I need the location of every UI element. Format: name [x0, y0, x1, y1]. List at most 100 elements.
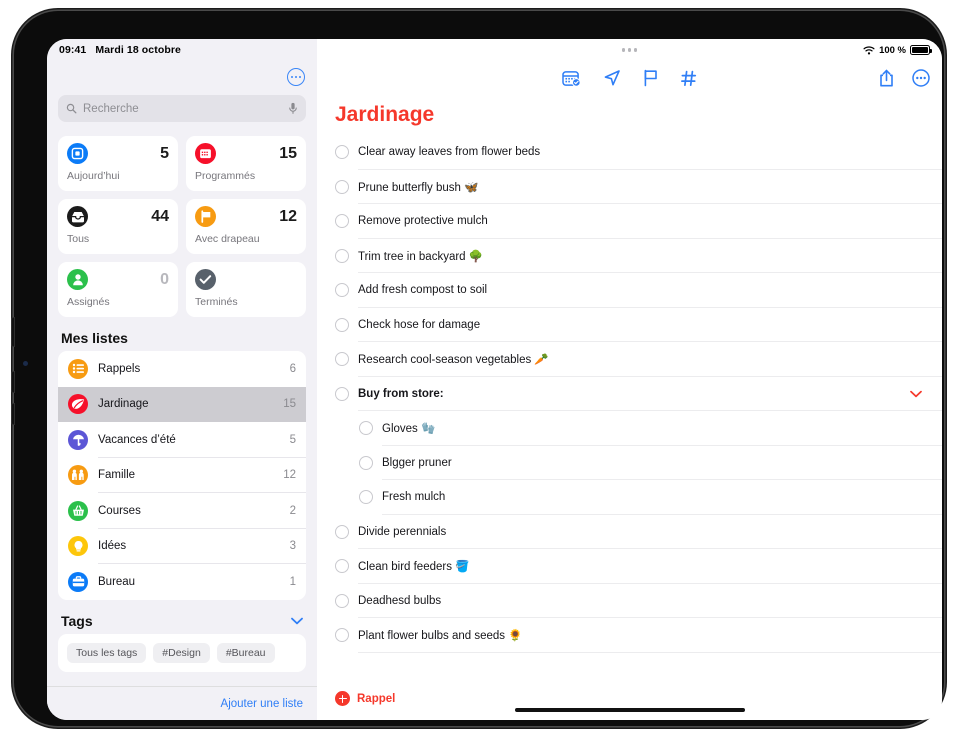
task-label: Divide perennials	[358, 525, 447, 538]
tag-chip[interactable]: #Design	[153, 642, 210, 663]
task-label: Plant flower bulbs and seeds 🌻	[358, 630, 523, 643]
sidebar-list-count: 3	[289, 540, 296, 553]
add-reminder-button[interactable]: Rappel	[317, 681, 942, 720]
task-checkbox[interactable]	[335, 524, 349, 539]
flag-outline-icon[interactable]	[643, 69, 659, 87]
all-inbox-icon	[67, 206, 88, 227]
task-checkbox[interactable]	[335, 559, 349, 574]
smart-card-top: 44	[67, 206, 169, 227]
more-circle-icon[interactable]	[912, 69, 930, 87]
sidebar-list-name: Idées	[98, 540, 127, 553]
task-row[interactable]: Research cool-season vegetables 🥕	[335, 342, 942, 377]
smart-list-card-3[interactable]: 12 Avec drapeau	[186, 199, 306, 254]
sidebar-list-item[interactable]: Vacances d’été 5	[58, 422, 306, 458]
smart-list-label: Assignés	[67, 296, 110, 308]
sidebar-list-item[interactable]: Jardinage 15	[58, 386, 306, 422]
task-checkbox[interactable]	[335, 179, 349, 194]
task-checkbox[interactable]	[335, 386, 349, 401]
task-row[interactable]: Clear away leaves from flower beds	[335, 135, 942, 170]
task-row[interactable]: Divide perennials	[335, 515, 942, 549]
task-checkbox[interactable]	[335, 283, 349, 298]
battery-percent: 100 %	[879, 44, 906, 56]
battery-fill	[912, 47, 928, 53]
smart-lists-grid: 5 Aujourd’hui 15 Programmés 44 Tous 12 Avec dra…	[58, 136, 306, 317]
dot	[290, 75, 294, 79]
smart-list-label: Aujourd’hui	[67, 170, 120, 182]
task-row[interactable]: Add fresh compost to soil	[335, 273, 942, 308]
search-input[interactable]: Recherche	[58, 95, 306, 122]
task-checkbox[interactable]	[335, 352, 349, 367]
task-row[interactable]: Trim tree in backyard 🌳	[335, 239, 942, 273]
smart-list-count: 44	[151, 207, 169, 225]
task-row[interactable]: Prune butterfly bush 🦋	[335, 170, 942, 204]
ipad-device-frame: 09:41 Mardi 18 octobre Recherche 5 Aujou…	[11, 11, 944, 726]
task-checkbox[interactable]	[335, 214, 349, 229]
scheduled-calendar-icon	[195, 143, 216, 164]
add-list-button[interactable]: Ajouter une liste	[221, 698, 303, 710]
volume-up-button[interactable]	[11, 371, 15, 393]
sidebar-list-item[interactable]: Courses 2	[58, 493, 306, 529]
power-button[interactable]	[11, 317, 15, 347]
sidebar-list-item[interactable]: Famille 12	[58, 458, 306, 493]
more-circle-icon[interactable]	[287, 68, 305, 86]
task-checkbox[interactable]	[335, 593, 349, 608]
leaf-icon	[68, 394, 88, 415]
task-row[interactable]: Buy from store:	[335, 377, 942, 411]
home-indicator[interactable]	[514, 708, 745, 712]
task-checkbox[interactable]	[335, 628, 349, 643]
hashtag-icon[interactable]	[681, 70, 697, 87]
task-label: Check hose for damage	[358, 318, 481, 331]
smart-list-card-1[interactable]: 15 Programmés	[186, 136, 306, 191]
sidebar-list-item[interactable]: Idées 3	[58, 529, 306, 564]
smart-list-card-4[interactable]: 0 Assignés	[58, 262, 178, 317]
multitasking-dots-icon[interactable]	[317, 39, 942, 61]
task-checkbox[interactable]	[335, 248, 349, 263]
task-row[interactable]: Remove protective mulch	[335, 204, 942, 239]
tag-chip[interactable]: Tous les tags	[67, 642, 147, 663]
task-row[interactable]: Gloves 🧤	[335, 411, 942, 446]
microphone-icon[interactable]	[288, 102, 298, 115]
smart-list-card-2[interactable]: 44 Tous	[58, 199, 178, 254]
sidebar-list-item[interactable]: Rappels 6	[58, 351, 306, 387]
smart-card-top: 5	[67, 143, 169, 164]
task-checkbox[interactable]	[359, 490, 373, 505]
chevron-down-icon[interactable]	[910, 390, 922, 398]
checkmark-icon	[195, 269, 216, 290]
sidebar-list-count: 1	[289, 575, 296, 588]
location-arrow-icon[interactable]	[603, 69, 621, 87]
task-label: Deadhesd bulbs	[358, 594, 442, 607]
task-row[interactable]: Clean bird feeders 🪣	[335, 549, 942, 584]
smart-list-count: 0	[160, 270, 169, 288]
task-label: Blgger pruner	[382, 456, 452, 469]
task-checkbox[interactable]	[335, 317, 349, 332]
screen: 09:41 Mardi 18 octobre Recherche 5 Aujou…	[47, 39, 942, 720]
task-row[interactable]: Check hose for damage	[335, 308, 942, 342]
family-icon	[68, 465, 88, 486]
my-lists-header: Mes listes	[47, 317, 317, 351]
task-checkbox[interactable]	[359, 421, 373, 436]
my-lists-card: Rappels 6 Jardinage 15 Vacances d’été 5 Famill…	[58, 351, 306, 600]
sidebar-list-item[interactable]: Bureau 1	[58, 564, 306, 600]
task-row[interactable]: Deadhesd bulbs	[335, 584, 942, 618]
smart-list-card-5[interactable]: Terminés	[186, 262, 306, 317]
today-calendar-icon	[67, 143, 88, 164]
task-checkbox[interactable]	[359, 455, 373, 470]
task-label: Buy from store:	[358, 387, 444, 400]
status-bar-right: 100 %	[317, 39, 942, 61]
flag-icon	[195, 206, 216, 227]
share-icon[interactable]	[879, 69, 894, 88]
tag-chip[interactable]: #Bureau	[216, 642, 275, 663]
smart-list-label: Terminés	[195, 296, 238, 308]
task-checkbox[interactable]	[335, 145, 349, 160]
smart-list-label: Programmés	[195, 170, 256, 182]
task-row[interactable]: Fresh mulch	[335, 480, 942, 515]
smart-list-card-0[interactable]: 5 Aujourd’hui	[58, 136, 178, 191]
volume-down-button[interactable]	[11, 403, 15, 425]
task-label: Gloves 🧤	[382, 423, 436, 436]
task-row[interactable]: Plant flower bulbs and seeds 🌻	[335, 618, 942, 653]
calendar-badge-icon[interactable]	[562, 70, 581, 87]
tags-header[interactable]: Tags	[47, 600, 317, 634]
chevron-down-icon[interactable]	[291, 617, 303, 625]
lightbulb-icon	[68, 536, 88, 557]
task-row[interactable]: Blgger pruner	[335, 446, 942, 480]
